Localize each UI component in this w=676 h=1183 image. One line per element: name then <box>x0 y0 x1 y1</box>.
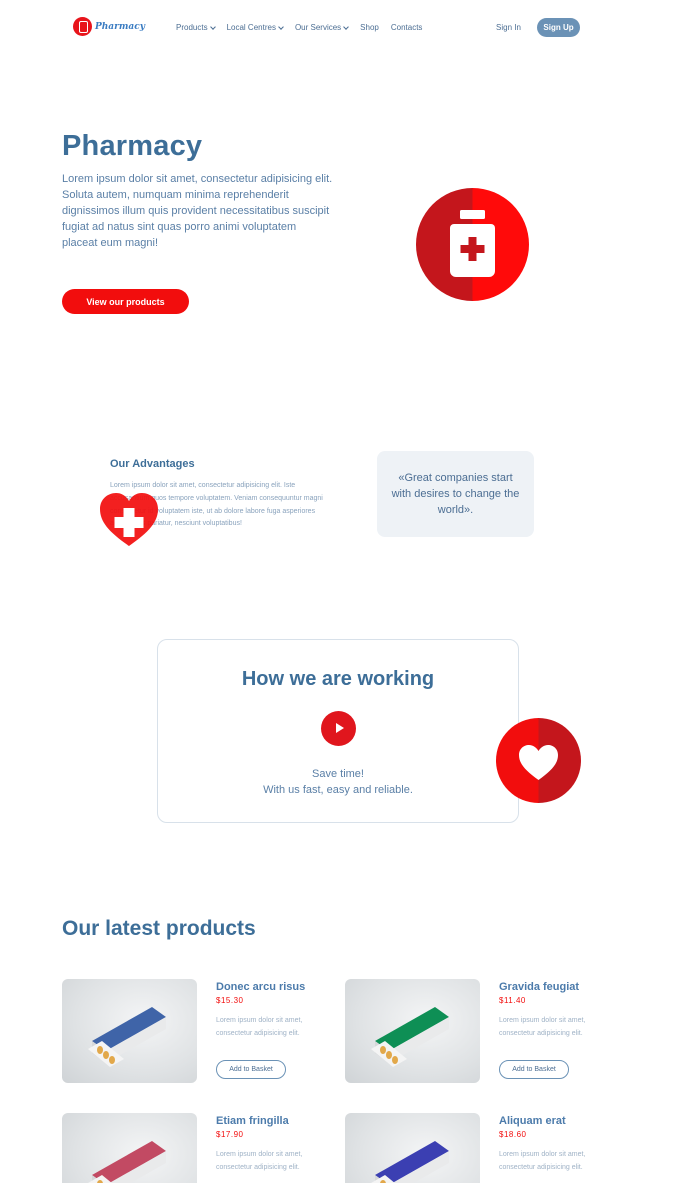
main-menu: Products Local Centres Our Services Shop… <box>176 23 422 32</box>
product-image[interactable] <box>62 1113 197 1183</box>
hero-title: Pharmacy <box>62 130 203 162</box>
heart-cross-icon <box>99 492 159 548</box>
sign-in-link[interactable]: Sign In <box>496 23 521 32</box>
how-title: How we are working <box>241 668 435 690</box>
product-card: Etiam fringilla $17.90 Lorem ipsum dolor… <box>62 1113 332 1183</box>
hero-text: Lorem ipsum dolor sit amet, consectetur … <box>62 173 333 249</box>
product-image[interactable] <box>345 979 480 1083</box>
products-title: Our latest products <box>62 917 256 940</box>
product-price: $17.90 <box>216 1130 244 1139</box>
menu-item-our-services[interactable]: Our Services <box>294 23 350 32</box>
product-price: $11.40 <box>499 996 526 1005</box>
menu-item-label: Contacts <box>390 23 423 32</box>
menu-item-label: Shop <box>360 23 379 32</box>
pill-box-image <box>88 1007 166 1067</box>
quote-text: «Great companies start with desires to c… <box>391 472 520 516</box>
product-name[interactable]: Aliquam erat <box>499 1115 566 1127</box>
quote-box: «Great companies start with desires to c… <box>377 451 534 537</box>
top-nav: Pharmacy Products Local Centres Our Serv… <box>0 0 676 56</box>
menu-item-local-centres[interactable]: Local Centres <box>226 23 284 32</box>
product-card: Aliquam erat $18.60 Lorem ipsum dolor si… <box>345 1113 615 1183</box>
menu-item-products[interactable]: Products <box>176 23 216 32</box>
product-description: Lorem ipsum dolor sit amet, consectetur … <box>216 1017 303 1037</box>
product-image[interactable] <box>345 1113 480 1183</box>
logo-text: Pharmacy <box>95 21 145 32</box>
menu-item-label: Our Services <box>294 23 342 32</box>
product-image[interactable] <box>62 979 197 1083</box>
how-line-1: Save time! <box>312 768 364 780</box>
product-price: $15.30 <box>216 996 244 1005</box>
pill-box-image <box>371 1141 449 1183</box>
chevron-down-icon <box>209 23 216 30</box>
product-card: Donec arcu risus $15.30 Lorem ipsum dolo… <box>62 979 332 1089</box>
pharmacy-logo-icon <box>73 17 92 36</box>
play-icon[interactable] <box>321 711 356 746</box>
heart-icon <box>496 718 581 803</box>
advantages-title: Our Advantages <box>110 458 195 470</box>
sign-up-button[interactable]: Sign Up <box>537 18 580 37</box>
view-products-button[interactable]: View our products <box>62 289 189 314</box>
menu-item-label: Products <box>176 23 208 32</box>
pill-box-image <box>88 1141 166 1183</box>
how-we-work-card: How we are working Save time! With us fa… <box>157 639 519 823</box>
menu-item-label: Local Centres <box>226 23 276 32</box>
product-name[interactable]: Donec arcu risus <box>216 981 305 993</box>
medicine-bottle-icon <box>416 188 529 301</box>
product-description: Lorem ipsum dolor sit amet, consectetur … <box>499 1151 586 1171</box>
pill-box-image <box>371 1007 449 1067</box>
add-to-basket-button[interactable]: Add to Basket <box>499 1060 569 1079</box>
product-card: Gravida feugiat $11.40 Lorem ipsum dolor… <box>345 979 615 1089</box>
how-line-2: With us fast, easy and reliable. <box>263 784 413 796</box>
menu-item-shop[interactable]: Shop <box>360 23 379 32</box>
chevron-down-icon <box>343 23 350 30</box>
logo[interactable]: Pharmacy <box>73 17 145 36</box>
chevron-down-icon <box>278 23 284 30</box>
menu-item-contacts[interactable]: Contacts <box>391 23 423 32</box>
product-description: Lorem ipsum dolor sit amet, consectetur … <box>216 1151 303 1171</box>
add-to-basket-button[interactable]: Add to Basket <box>216 1060 286 1079</box>
product-name[interactable]: Gravida feugiat <box>499 981 579 993</box>
product-description: Lorem ipsum dolor sit amet, consectetur … <box>499 1017 586 1037</box>
product-name[interactable]: Etiam fringilla <box>216 1115 289 1127</box>
product-price: $18.60 <box>499 1130 527 1139</box>
